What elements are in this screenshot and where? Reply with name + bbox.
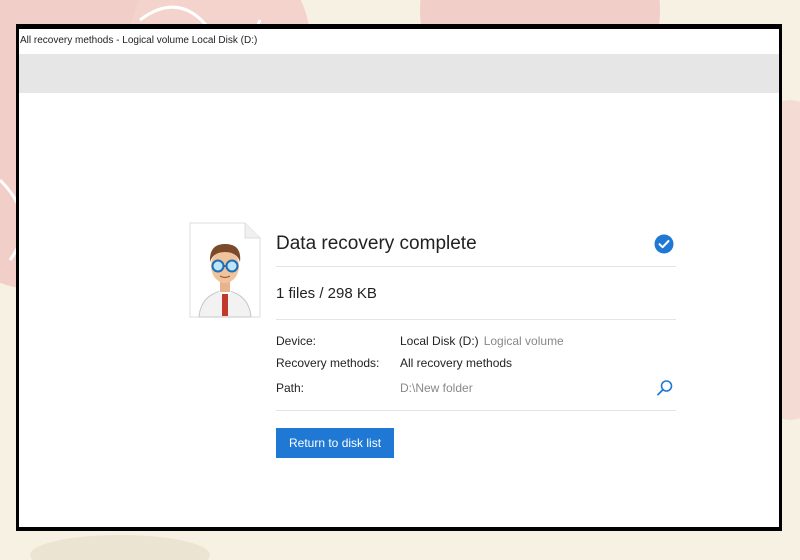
methods-value: All recovery methods xyxy=(400,356,513,370)
summary-row: 1 files / 298 KB xyxy=(276,267,676,320)
recovery-result-panel: Data recovery complete 1 files / 298 KB … xyxy=(276,222,676,458)
path-value: D:\New folder xyxy=(400,381,473,395)
methods-row: Recovery methods: All recovery methods xyxy=(276,352,676,374)
device-value: Local Disk (D:) xyxy=(400,334,479,348)
device-subtitle: Logical volume xyxy=(483,334,564,348)
check-icon xyxy=(654,234,674,254)
device-label: Device: xyxy=(276,334,317,348)
window-title: All recovery methods - Logical volume Lo… xyxy=(20,35,258,46)
heading-row: Data recovery complete xyxy=(276,222,676,267)
device-row: Device: Local Disk (D:) Logical volume xyxy=(276,330,676,352)
return-to-disk-list-button[interactable]: Return to disk list xyxy=(276,428,395,458)
doctor-avatar-icon xyxy=(189,222,261,318)
screenshot-frame: All recovery methods - Logical volume Lo… xyxy=(16,24,782,531)
recovery-summary: 1 files / 298 KB xyxy=(276,284,377,302)
page-title: Data recovery complete xyxy=(276,233,477,254)
path-label: Path: xyxy=(276,381,305,395)
app-window: All recovery methods - Logical volume Lo… xyxy=(19,29,779,527)
search-icon[interactable] xyxy=(656,379,674,397)
toolbar xyxy=(19,54,779,93)
methods-label: Recovery methods: xyxy=(276,356,380,370)
details-section: Device: Local Disk (D:) Logical volume R… xyxy=(276,320,676,411)
path-row: Path: D:\New folder xyxy=(276,374,676,402)
